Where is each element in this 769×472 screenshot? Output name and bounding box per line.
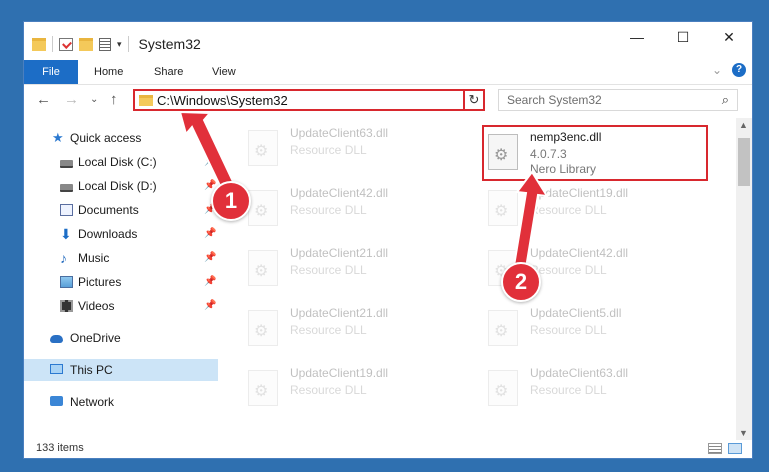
annotation-badge-1: 1 bbox=[211, 181, 251, 221]
annotation-badge-2: 2 bbox=[501, 262, 541, 302]
annotation-arrow-2 bbox=[512, 170, 549, 270]
annotation-arrows bbox=[178, 110, 549, 270]
